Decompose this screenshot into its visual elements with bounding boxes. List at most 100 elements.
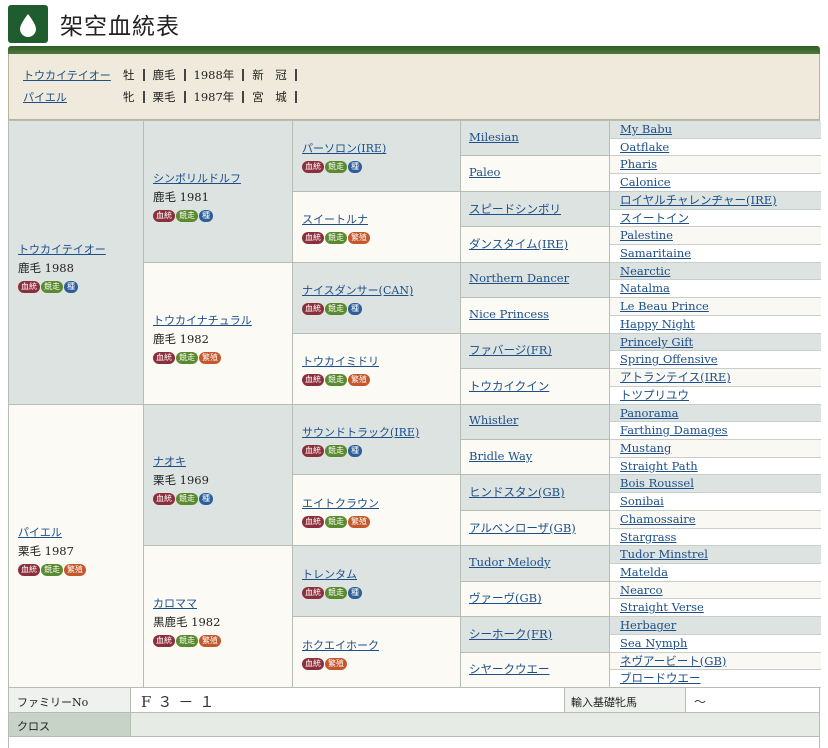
- horse-link[interactable]: スピードシンボリ: [461, 201, 561, 217]
- horse-link-gen5[interactable]: ブロードウエー: [610, 670, 821, 688]
- horse-link-gen5[interactable]: Natalma: [610, 280, 821, 299]
- horse-link-gen5[interactable]: Calonice: [610, 174, 821, 192]
- horse-link-gen5[interactable]: Herbager: [610, 617, 821, 635]
- horse-link-gen5[interactable]: アトランテイス(IRE): [610, 369, 821, 387]
- blood-badge[interactable]: 血統: [153, 351, 175, 364]
- horse-link-gen5[interactable]: Happy Night: [610, 315, 821, 334]
- horse-link-gen5[interactable]: My Babu: [610, 121, 821, 139]
- seed-badge[interactable]: 種: [348, 303, 362, 316]
- horse-link[interactable]: ヒンドスタン(GB): [461, 484, 565, 500]
- horse-link[interactable]: トレンタム: [302, 566, 363, 582]
- horse-link[interactable]: ヴァーヴ(GB): [461, 590, 542, 606]
- seed-badge[interactable]: 種: [64, 280, 78, 293]
- horse-link[interactable]: サウンドトラック(IRE): [302, 424, 419, 440]
- breed-badge[interactable]: 繁殖: [199, 351, 221, 364]
- horse-link[interactable]: ナイスダンサー(CAN): [302, 282, 413, 298]
- horse-link[interactable]: ファバージ(FR): [461, 342, 552, 358]
- race-badge[interactable]: 競走: [176, 635, 198, 648]
- horse-link-gen5[interactable]: Bois Roussel: [610, 475, 821, 494]
- race-badge[interactable]: 競走: [325, 232, 347, 245]
- blood-badge[interactable]: 血統: [302, 657, 324, 670]
- race-badge[interactable]: 競走: [41, 280, 63, 293]
- horse-link-gen5[interactable]: ネヴアービート(GB): [610, 652, 821, 671]
- horse-link[interactable]: トウカイナチュラル: [153, 312, 252, 328]
- blood-badge[interactable]: 血統: [153, 635, 175, 648]
- race-badge[interactable]: 競走: [325, 161, 347, 174]
- horse-link[interactable]: シンボリルドルフ: [153, 170, 241, 186]
- breed-badge[interactable]: 繁殖: [325, 657, 347, 670]
- race-badge[interactable]: 競走: [325, 515, 347, 528]
- horse-link-gen5[interactable]: Pharis: [610, 156, 821, 175]
- horse-link-gen5[interactable]: Palestine: [610, 227, 821, 246]
- horse-link-gen5[interactable]: Le Beau Prince: [610, 298, 821, 316]
- horse-link[interactable]: ナオキ: [153, 453, 214, 469]
- blood-badge[interactable]: 血統: [302, 232, 324, 245]
- race-badge[interactable]: 競走: [176, 493, 198, 506]
- horse-link[interactable]: ダンスタイム(IRE): [461, 236, 568, 252]
- horse-link-gen5[interactable]: スイートイン: [610, 209, 821, 228]
- horse-link-gen5[interactable]: Tudor Minstrel: [610, 546, 821, 564]
- horse-link-gen5[interactable]: Mustang: [610, 439, 821, 458]
- horse-link-gen5[interactable]: Chamossaire: [610, 510, 821, 529]
- horse-link-gen5[interactable]: Sonibai: [610, 493, 821, 511]
- summary-dam-link[interactable]: パイエル: [23, 89, 123, 105]
- horse-link[interactable]: トウカイミドリ: [302, 353, 379, 369]
- horse-link[interactable]: Whistler: [461, 413, 518, 427]
- horse-link-gen5[interactable]: トツプリユウ: [610, 386, 821, 405]
- blood-badge[interactable]: 血統: [302, 374, 324, 387]
- race-badge[interactable]: 競走: [325, 374, 347, 387]
- horse-link[interactable]: スイートルナ: [302, 211, 371, 227]
- blood-badge[interactable]: 血統: [18, 280, 40, 293]
- horse-link-gen5[interactable]: Panorama: [610, 404, 821, 423]
- breed-badge[interactable]: 繁殖: [348, 374, 370, 387]
- blood-badge[interactable]: 血統: [302, 444, 324, 457]
- horse-link-gen5[interactable]: Straight Verse: [610, 599, 821, 618]
- horse-link[interactable]: Tudor Melody: [461, 555, 551, 569]
- breed-badge[interactable]: 繁殖: [199, 635, 221, 648]
- summary-sire-link[interactable]: トウカイテイオー: [23, 67, 123, 83]
- blood-badge[interactable]: 血統: [153, 493, 175, 506]
- horse-link-gen5[interactable]: Samaritaine: [610, 245, 821, 263]
- seed-badge[interactable]: 種: [348, 161, 362, 174]
- seed-badge[interactable]: 種: [199, 493, 213, 506]
- seed-badge[interactable]: 種: [348, 444, 362, 457]
- horse-link[interactable]: Bridle Way: [461, 449, 532, 463]
- horse-link-gen5[interactable]: Nearctic: [610, 262, 821, 281]
- horse-link[interactable]: シヤークウエー: [461, 661, 550, 677]
- horse-link[interactable]: トウカイテイオー: [18, 241, 106, 257]
- horse-link-gen5[interactable]: Nearco: [610, 581, 821, 600]
- seed-badge[interactable]: 種: [348, 586, 362, 599]
- blood-badge[interactable]: 血統: [302, 586, 324, 599]
- race-badge[interactable]: 競走: [325, 586, 347, 599]
- blood-badge[interactable]: 血統: [18, 564, 40, 577]
- horse-link-gen5[interactable]: Farthing Damages: [610, 422, 821, 440]
- horse-link-gen5[interactable]: Oatflake: [610, 138, 821, 157]
- race-badge[interactable]: 競走: [325, 444, 347, 457]
- horse-link-gen5[interactable]: Sea Nymph: [610, 634, 821, 653]
- blood-badge[interactable]: 血統: [302, 161, 324, 174]
- race-badge[interactable]: 競走: [325, 303, 347, 316]
- horse-link-gen5[interactable]: Straight Path: [610, 457, 821, 476]
- horse-link-gen5[interactable]: ロイヤルチャレンヂャー(IRE): [610, 191, 821, 210]
- horse-link[interactable]: カロママ: [153, 595, 222, 611]
- horse-link[interactable]: シーホーク(FR): [461, 626, 552, 642]
- horse-link[interactable]: パーソロン(IRE): [302, 140, 386, 156]
- horse-link[interactable]: Northern Dancer: [461, 271, 569, 285]
- blood-badge[interactable]: 血統: [302, 303, 324, 316]
- horse-link[interactable]: Nice Princess: [461, 307, 549, 321]
- horse-link[interactable]: Milesian: [461, 130, 519, 144]
- horse-link[interactable]: アルベンローザ(GB): [461, 520, 576, 536]
- race-badge[interactable]: 競走: [176, 351, 198, 364]
- seed-badge[interactable]: 種: [199, 209, 213, 222]
- horse-link[interactable]: トウカイクイン: [461, 378, 549, 394]
- breed-badge[interactable]: 繁殖: [348, 232, 370, 245]
- breed-badge[interactable]: 繁殖: [348, 515, 370, 528]
- race-badge[interactable]: 競走: [176, 209, 198, 222]
- horse-link-gen5[interactable]: Spring Offensive: [610, 351, 821, 370]
- horse-link-gen5[interactable]: Stargrass: [610, 528, 821, 547]
- race-badge[interactable]: 競走: [41, 564, 63, 577]
- horse-link[interactable]: Paleo: [461, 165, 501, 179]
- horse-link[interactable]: ホクエイホーク: [302, 637, 379, 653]
- blood-badge[interactable]: 血統: [302, 515, 324, 528]
- blood-badge[interactable]: 血統: [153, 209, 175, 222]
